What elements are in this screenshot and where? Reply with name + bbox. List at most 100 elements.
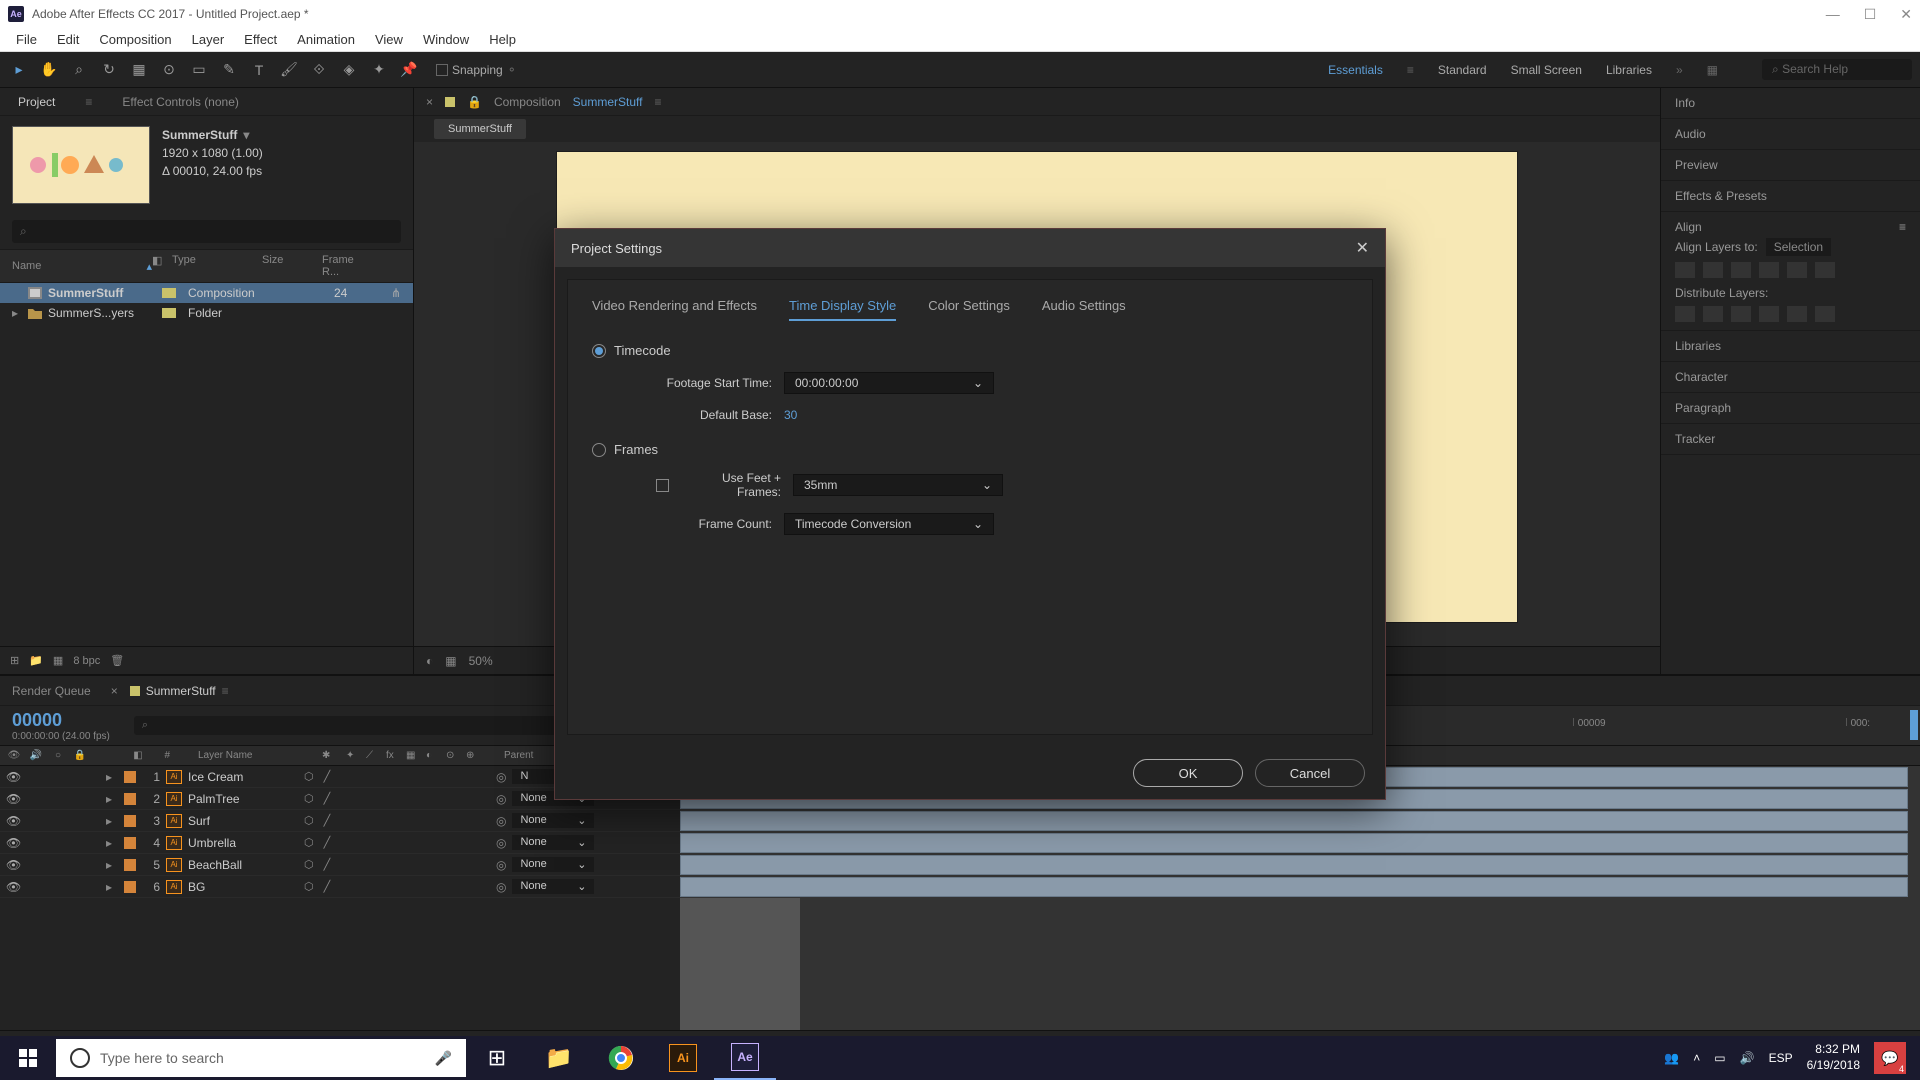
visibility-icon[interactable]: 👁	[6, 836, 20, 850]
ok-button[interactable]: OK	[1133, 759, 1243, 787]
comp-name-dropdown-icon[interactable]: ▾	[243, 126, 249, 144]
visibility-icon[interactable]: 👁	[6, 770, 20, 784]
mic-icon[interactable]: 🎤	[435, 1050, 452, 1067]
layer-duration-bar[interactable]	[680, 833, 1908, 853]
col-shy-icon[interactable]: ✱	[322, 750, 340, 761]
col-type[interactable]: Type	[172, 254, 262, 278]
roto-tool-icon[interactable]: ✦	[368, 59, 390, 81]
alpha-icon[interactable]: ◐	[426, 654, 433, 668]
visibility-icon[interactable]: 👁	[6, 858, 20, 872]
layer-label-icon[interactable]	[124, 837, 136, 849]
pickwhip-icon[interactable]: ◎	[496, 792, 506, 806]
interpret-footage-icon[interactable]: ⊞	[10, 654, 19, 667]
pickwhip-icon[interactable]: ◎	[496, 858, 506, 872]
workspace-overflow-icon[interactable]: »	[1676, 63, 1683, 77]
expand-icon[interactable]: ▸	[106, 792, 118, 806]
taskbar-chrome-icon[interactable]	[590, 1036, 652, 1080]
timeline-layer[interactable]: 👁▸6AiBG⬡╱◎None⌄	[0, 876, 680, 898]
align-hcenter-icon[interactable]	[1703, 262, 1723, 278]
switch-collapse-icon[interactable]: ╱	[324, 770, 331, 783]
switch-collapse-icon[interactable]: ╱	[324, 836, 331, 849]
layer-duration-bar[interactable]	[680, 811, 1908, 831]
tab-project[interactable]: Project	[12, 91, 61, 113]
workspace-libraries[interactable]: Libraries	[1606, 63, 1652, 77]
switch-shy-icon[interactable]: ⬡	[304, 880, 314, 893]
layer-name[interactable]: PalmTree	[188, 792, 298, 806]
tab-render-queue[interactable]: Render Queue	[12, 684, 91, 698]
timeline-layer[interactable]: 👁▸3AiSurf⬡╱◎None⌄	[0, 810, 680, 832]
menu-help[interactable]: Help	[479, 30, 526, 49]
tray-up-icon[interactable]: ˄	[1693, 1051, 1700, 1065]
snapping-checkbox-icon[interactable]	[436, 64, 448, 76]
feet-frames-select[interactable]: 35mm⌄	[793, 474, 1003, 496]
layer-name[interactable]: BG	[188, 880, 298, 894]
timeline-layer[interactable]: 👁▸5AiBeachBall⬡╱◎None⌄	[0, 854, 680, 876]
project-item[interactable]: ▸ SummerS...yers Folder	[0, 303, 413, 323]
new-folder-icon[interactable]: 📁	[29, 654, 43, 667]
tab-close-icon[interactable]: ×	[111, 684, 118, 698]
current-time[interactable]: 00000	[12, 710, 110, 731]
layer-name[interactable]: Ice Cream	[188, 770, 298, 784]
dlg-tab-video-rendering[interactable]: Video Rendering and Effects	[592, 298, 757, 321]
dialog-close-icon[interactable]: ✕	[1356, 238, 1369, 258]
layer-label-icon[interactable]	[124, 771, 136, 783]
pickwhip-icon[interactable]: ◎	[496, 836, 506, 850]
taskbar-illustrator-icon[interactable]: Ai	[652, 1036, 714, 1080]
dist-2-icon[interactable]	[1703, 306, 1723, 322]
switch-shy-icon[interactable]: ⬡	[304, 814, 314, 827]
col-solo-icon[interactable]: ○	[50, 750, 66, 761]
col-framerate[interactable]: Frame R...	[322, 254, 372, 278]
expand-icon[interactable]: ▸	[106, 770, 118, 784]
project-search-input[interactable]: ⌕	[12, 220, 401, 243]
shape-tool-icon[interactable]: ▭	[188, 59, 210, 81]
tray-volume-icon[interactable]: 🔊	[1740, 1051, 1755, 1065]
switch-collapse-icon[interactable]: ╱	[324, 814, 331, 827]
expand-icon[interactable]: ▸	[106, 858, 118, 872]
task-view-icon[interactable]: ⊞	[466, 1036, 528, 1080]
workspace-standard[interactable]: Standard	[1438, 63, 1487, 77]
align-left-icon[interactable]	[1675, 262, 1695, 278]
menu-effect[interactable]: Effect	[234, 30, 287, 49]
switch-shy-icon[interactable]: ⬡	[304, 836, 314, 849]
zoom-tool-icon[interactable]: ⌕	[68, 59, 90, 81]
menu-animation[interactable]: Animation	[287, 30, 365, 49]
timeline-search-input[interactable]: ⌕	[134, 716, 574, 735]
snapping-toggle[interactable]: Snapping ⚬	[436, 63, 517, 77]
label-color-icon[interactable]	[162, 308, 176, 318]
radio-timecode[interactable]	[592, 344, 606, 358]
rotate-tool-icon[interactable]: ↻	[98, 59, 120, 81]
visibility-icon[interactable]: 👁	[6, 792, 20, 806]
hand-tool-icon[interactable]: ✋	[38, 59, 60, 81]
windows-search-input[interactable]: Type here to search 🎤	[56, 1039, 466, 1077]
puppet-tool-icon[interactable]: 📌	[398, 59, 420, 81]
parent-select[interactable]: None⌄	[512, 879, 594, 894]
tab-project-menu-icon[interactable]: ≡	[85, 95, 92, 109]
pan-behind-tool-icon[interactable]: ⊙	[158, 59, 180, 81]
tray-people-icon[interactable]: 👥	[1664, 1051, 1679, 1065]
action-center-icon[interactable]: 💬4	[1874, 1042, 1906, 1074]
playhead-icon[interactable]	[1910, 710, 1918, 740]
panel-paragraph[interactable]: Paragraph	[1661, 393, 1920, 424]
align-top-icon[interactable]	[1759, 262, 1779, 278]
visibility-icon[interactable]: 👁	[6, 880, 20, 894]
timeline-layer[interactable]: 👁▸4AiUmbrella⬡╱◎None⌄	[0, 832, 680, 854]
feet-frames-checkbox[interactable]	[656, 479, 669, 492]
pen-tool-icon[interactable]: ✎	[218, 59, 240, 81]
layer-duration-bar[interactable]	[680, 855, 1908, 875]
taskbar-aftereffects-icon[interactable]: Ae	[714, 1036, 776, 1080]
menu-file[interactable]: File	[6, 30, 47, 49]
menu-composition[interactable]: Composition	[89, 30, 181, 49]
flowchart-icon[interactable]: ⋔	[391, 286, 401, 300]
menu-window[interactable]: Window	[413, 30, 479, 49]
align-to-select[interactable]: Selection	[1766, 238, 1831, 256]
selection-tool-icon[interactable]: ▸	[8, 59, 30, 81]
switch-shy-icon[interactable]: ⬡	[304, 792, 314, 805]
expand-icon[interactable]: ▸	[106, 836, 118, 850]
window-minimize-icon[interactable]: —	[1826, 6, 1840, 23]
panel-effects-presets[interactable]: Effects & Presets	[1661, 181, 1920, 212]
switch-collapse-icon[interactable]: ╱	[324, 792, 331, 805]
expand-icon[interactable]: ▸	[106, 880, 118, 894]
new-comp-icon[interactable]: ▦	[53, 654, 63, 667]
tray-lang[interactable]: ESP	[1769, 1051, 1793, 1065]
workspace-menu-icon[interactable]: ≡	[1407, 63, 1414, 77]
